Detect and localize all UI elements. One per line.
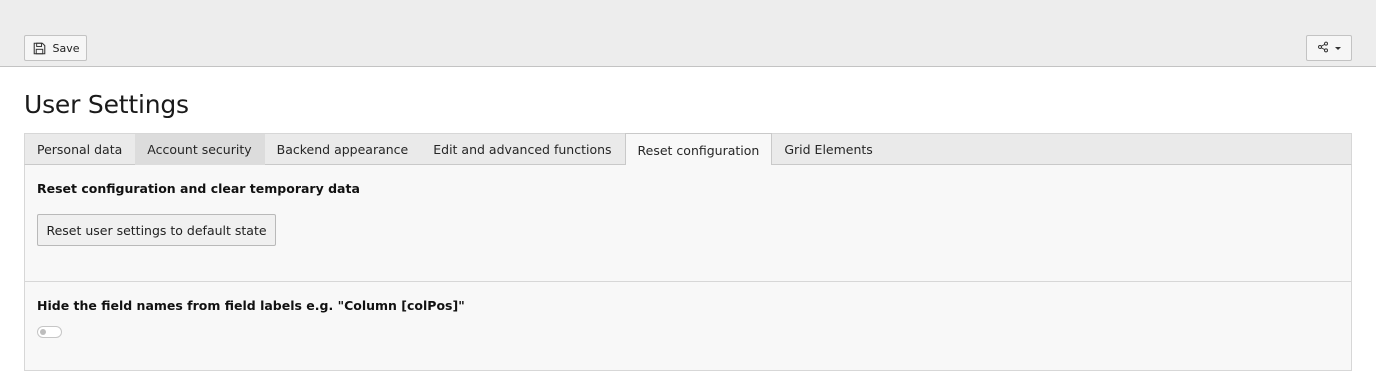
hide-field-names-toggle[interactable] bbox=[37, 326, 62, 338]
tab-backend-appearance[interactable]: Backend appearance bbox=[265, 134, 422, 165]
share-icon bbox=[1317, 41, 1329, 56]
tab-grid-elements[interactable]: Grid Elements bbox=[772, 134, 885, 165]
floppy-disk-icon bbox=[33, 42, 46, 55]
reset-section-heading: Reset configuration and clear temporary … bbox=[37, 181, 360, 196]
tab-panel-reset-configuration: Reset configuration and clear temporary … bbox=[24, 165, 1352, 371]
save-button[interactable]: Save bbox=[24, 35, 87, 61]
share-dropdown-button[interactable] bbox=[1306, 35, 1352, 61]
settings-tabs: Personal data Account security Backend a… bbox=[24, 133, 1352, 165]
module-docheader: Save bbox=[0, 0, 1376, 67]
tab-account-security[interactable]: Account security bbox=[135, 134, 265, 165]
tab-edit-advanced-functions[interactable]: Edit and advanced functions bbox=[421, 134, 624, 165]
reset-user-settings-button[interactable]: Reset user settings to default state bbox=[37, 214, 276, 246]
toggle-knob bbox=[40, 329, 46, 335]
save-button-label: Save bbox=[52, 41, 80, 55]
section-divider bbox=[25, 281, 1351, 282]
tab-personal-data[interactable]: Personal data bbox=[25, 134, 135, 165]
hide-field-names-heading: Hide the field names from field labels e… bbox=[37, 298, 465, 313]
tab-reset-configuration[interactable]: Reset configuration bbox=[624, 133, 773, 165]
page-title: User Settings bbox=[24, 90, 189, 119]
chevron-down-icon bbox=[1335, 46, 1341, 50]
